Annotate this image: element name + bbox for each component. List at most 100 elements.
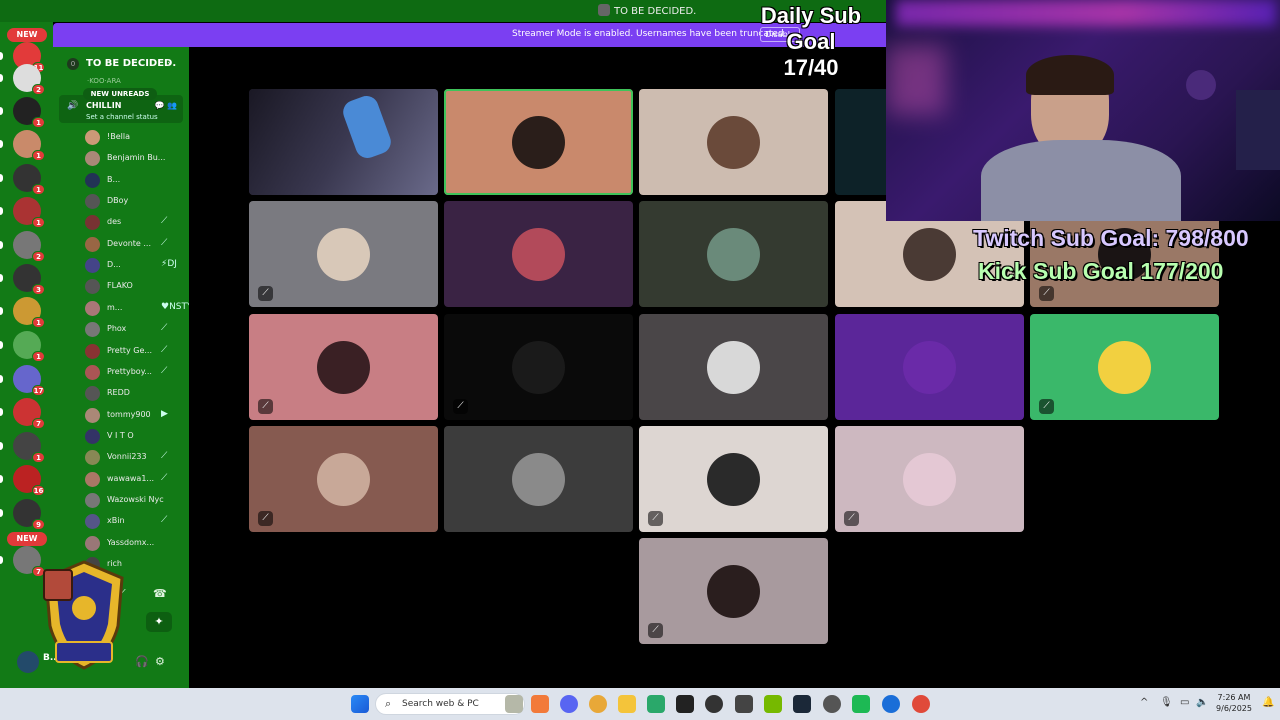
new-unreads-pill[interactable]: NEW UNREADS	[83, 88, 157, 100]
member-row[interactable]: B...	[83, 171, 183, 190]
participant-tile[interactable]	[444, 426, 633, 532]
hangup-icon[interactable]: ☎	[153, 587, 167, 600]
participant-tile[interactable]: ⟋	[1030, 314, 1219, 420]
windows-start-icon[interactable]	[351, 695, 369, 713]
volume-icon[interactable]: 🔈	[1196, 697, 1208, 708]
rail-new-pill[interactable]: NEW	[7, 532, 47, 546]
add-member-icon[interactable]: 💬 👥	[155, 101, 177, 110]
chrome-2-icon[interactable]	[882, 695, 900, 713]
microphone-icon[interactable]: 🎙	[1160, 697, 1173, 708]
participant-avatar	[903, 453, 956, 506]
member-avatar	[85, 279, 100, 295]
server-icon-2[interactable]: 1	[13, 97, 45, 128]
member-row[interactable]: xBin ⟋	[83, 512, 183, 531]
store-icon[interactable]	[647, 695, 665, 713]
participant-tile[interactable]	[835, 314, 1024, 420]
rail-new-pill[interactable]: NEW	[7, 28, 47, 42]
github-icon[interactable]	[705, 695, 723, 713]
member-row[interactable]: FLAKO	[83, 277, 183, 296]
unread-pill	[0, 207, 3, 215]
user-avatar[interactable]	[17, 651, 39, 673]
member-row[interactable]: m... ♥NSTY	[83, 299, 193, 318]
chrome-icon[interactable]	[589, 695, 607, 713]
member-row[interactable]: Yassdomx...	[83, 534, 183, 553]
member-row[interactable]: des ⟋	[83, 213, 183, 232]
server-icon-9[interactable]: 1	[13, 331, 45, 362]
participant-tile[interactable]	[444, 89, 633, 195]
participant-avatar	[1098, 341, 1151, 394]
soundboard-button[interactable]: ✦	[146, 612, 172, 632]
notification-bell-icon[interactable]: 🔔	[1262, 697, 1274, 708]
participant-tile[interactable]	[639, 314, 828, 420]
member-avatar	[85, 194, 100, 210]
spotify-icon[interactable]	[823, 695, 841, 713]
participant-tile[interactable]: ⟋	[444, 314, 633, 420]
member-row[interactable]: Prettyboy... ⟋	[83, 363, 183, 382]
participant-avatar	[707, 116, 760, 169]
participant-tile[interactable]: ⟋	[835, 426, 1024, 532]
member-row[interactable]: tommy900 ▶	[83, 406, 183, 425]
server-icon-13[interactable]: 16	[13, 465, 45, 496]
member-row[interactable]: REDD	[83, 384, 183, 403]
server-icon-3[interactable]: 1	[13, 130, 45, 161]
system-clock[interactable]: 7:26 AM 9/6/2025	[1212, 692, 1256, 714]
server-icon-8[interactable]: 1	[13, 297, 45, 328]
participant-tile[interactable]: ⟋	[639, 426, 828, 532]
member-row[interactable]: Wazowski Nyc	[83, 491, 183, 510]
server-icon-11[interactable]: 7	[13, 398, 45, 429]
server-icon-12[interactable]: 1	[13, 432, 45, 463]
nvidia-icon[interactable]	[735, 695, 753, 713]
server-icon-1[interactable]: 2	[13, 64, 45, 95]
settings-gear-icon[interactable]: ⚙	[155, 655, 165, 668]
headphones-icon[interactable]: 🎧	[135, 655, 149, 668]
participant-tile[interactable]: ⟋	[249, 426, 438, 532]
discord-icon[interactable]	[560, 695, 578, 713]
server-header[interactable]: 0 TO BE DECIDED. ⌄	[53, 47, 189, 79]
member-avatar	[85, 471, 100, 487]
steam-icon[interactable]	[764, 695, 782, 713]
file-explorer-icon[interactable]	[618, 695, 636, 713]
brave-icon[interactable]	[531, 695, 549, 713]
participant-tile[interactable]	[639, 89, 828, 195]
participant-tile[interactable]: ⟋	[249, 201, 438, 307]
search-icon: ⌕	[385, 697, 392, 710]
member-row[interactable]: wawawa1... ⟋	[83, 470, 183, 489]
unread-count-badge: 2	[32, 84, 45, 95]
participant-tile[interactable]	[639, 201, 828, 307]
server-icon-7[interactable]: 3	[13, 264, 45, 295]
member-row[interactable]: D... ⚡DJ	[83, 256, 183, 275]
network-icon[interactable]: ▭	[1180, 697, 1189, 708]
member-name: m...	[107, 302, 123, 312]
participant-tile[interactable]: ⟋	[639, 538, 828, 644]
unread-pill	[0, 52, 3, 60]
server-icon-4[interactable]: 1	[13, 164, 45, 195]
member-row[interactable]: Benjamin Bu...	[83, 149, 183, 168]
member-row[interactable]: Pretty Ge... ⟋	[83, 342, 183, 361]
server-icon-5[interactable]: 1	[13, 197, 45, 228]
member-row[interactable]: DBoy	[83, 192, 183, 211]
server-icon-15[interactable]: 7	[13, 546, 45, 577]
member-row[interactable]: Phox ⟋	[83, 320, 183, 339]
crosshair-icon[interactable]	[793, 695, 811, 713]
server-icon-6[interactable]: 2	[13, 231, 45, 262]
member-row[interactable]: Devonte ... ⟋	[83, 235, 183, 254]
participant-tile[interactable]: ⟋	[249, 314, 438, 420]
search-icon[interactable]	[505, 695, 523, 713]
server-icon-14[interactable]: 9	[13, 499, 45, 530]
steam-alt-icon[interactable]	[676, 695, 694, 713]
member-row[interactable]: V I T O	[83, 427, 183, 446]
member-row[interactable]: Vonnii233 ⟋	[83, 448, 183, 467]
chevron-down-icon[interactable]: ⌄	[166, 57, 174, 67]
chrome-3-icon[interactable]	[912, 695, 930, 713]
participant-avatar	[707, 341, 760, 394]
edge-icon[interactable]	[852, 695, 870, 713]
participant-tile[interactable]	[249, 89, 438, 195]
member-row[interactable]: !Bella	[83, 128, 183, 147]
clock-time: 7:26 AM	[1217, 693, 1251, 702]
chevron-up-icon[interactable]: ^	[1140, 697, 1148, 708]
channel-status-placeholder[interactable]: Set a channel status	[86, 113, 158, 121]
unread-pill	[0, 408, 3, 416]
taskbar-search[interactable]: ⌕ Search web & PC	[375, 693, 525, 715]
server-icon-10[interactable]: 17	[13, 365, 45, 396]
participant-tile[interactable]	[444, 201, 633, 307]
